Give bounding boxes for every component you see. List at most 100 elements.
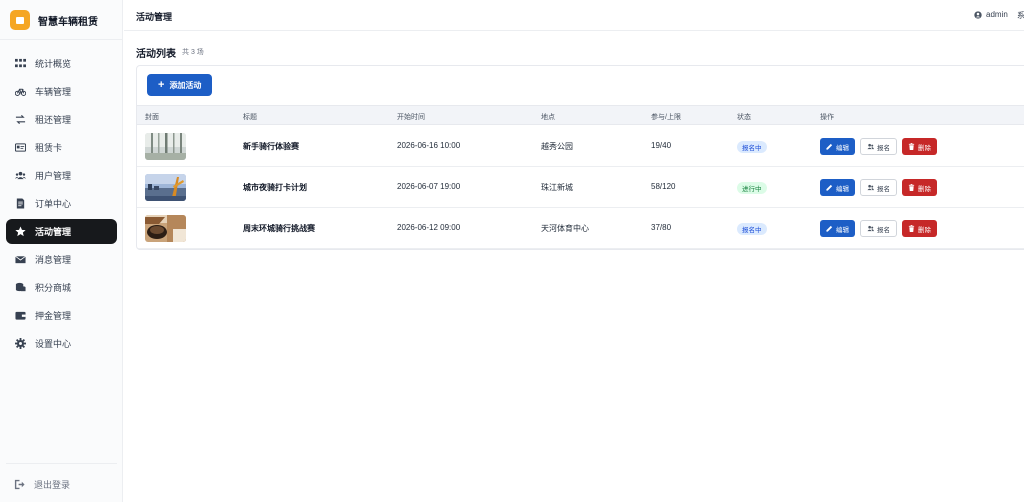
table-row: 新手骑行体验赛 2026-06-16 10:00 越秀公园 19/40 报名中 … [137, 127, 1024, 167]
header-extra-link[interactable]: 系 [1017, 10, 1024, 21]
users-icon [14, 170, 26, 182]
divider [0, 39, 123, 40]
activity-title[interactable]: 新手骑行体验赛 [243, 141, 299, 152]
sidebar-item-messages[interactable]: 消息管理 [6, 247, 117, 272]
exchange-icon [14, 114, 26, 126]
edit-button[interactable]: 编辑 [820, 138, 855, 155]
cover-image-forest [145, 133, 186, 160]
sidebar-item-cards[interactable]: 租赁卡 [6, 135, 117, 160]
sidebar-item-stats[interactable]: 统计概览 [6, 51, 117, 76]
activity-quota: 37/80 [651, 223, 672, 232]
pencil-icon [826, 143, 833, 150]
enroll-label: 报名 [877, 226, 890, 234]
table-row: 城市夜骑打卡计划 2026-06-07 19:00 珠江新城 58/120 进行… [137, 168, 1024, 208]
pencil-icon [826, 184, 833, 191]
table-header: 封面 标题 开始时间 地点 参与/上限 状态 操作 [137, 105, 1024, 125]
activity-title[interactable]: 城市夜骑打卡计划 [243, 182, 307, 193]
activity-place: 珠江新城 [541, 183, 573, 192]
delete-button[interactable]: 删除 [902, 220, 937, 237]
status-badge: 报名中 [737, 223, 767, 235]
sidebar: 智慧车辆租赁 统计概览 车辆管理 租还管理 租赁卡 用户管理 订单中心 活动管理… [0, 0, 123, 502]
edit-button[interactable]: 编辑 [820, 220, 855, 237]
table-row: 周末环城骑行挑战赛 2026-06-12 09:00 天河体育中心 37/80 … [137, 209, 1024, 249]
bicycle-icon [14, 86, 26, 98]
status-badge: 报名中 [737, 141, 767, 153]
sidebar-item-label: 租赁卡 [35, 143, 63, 153]
delete-button[interactable]: 删除 [902, 138, 937, 155]
column-header-actions: 操作 [820, 114, 834, 121]
row-actions: 编辑 报名 删除 [820, 138, 942, 155]
sidebar-item-rentals[interactable]: 租还管理 [6, 107, 117, 132]
pencil-icon [826, 225, 833, 232]
wallet-icon [14, 310, 26, 322]
cover-image-coffee [145, 215, 186, 242]
sidebar-item-vehicles[interactable]: 车辆管理 [6, 79, 117, 104]
sidebar-item-label: 押金管理 [35, 311, 72, 321]
coins-icon [14, 282, 26, 294]
column-header-title: 标题 [243, 114, 257, 121]
user-icon [974, 10, 982, 19]
edit-label: 编辑 [836, 226, 849, 234]
trash-icon [908, 225, 915, 232]
users-icon [867, 225, 874, 232]
row-actions: 编辑 报名 删除 [820, 179, 942, 196]
add-activity-button[interactable]: + 添加活动 [147, 74, 213, 96]
column-header-quota: 参与/上限 [651, 114, 681, 121]
enroll-button[interactable]: 报名 [860, 138, 897, 155]
user-menu[interactable]: admin [974, 10, 1008, 19]
column-header-cover: 封面 [145, 114, 159, 121]
brand[interactable]: 智慧车辆租赁 [10, 10, 98, 30]
sidebar-item-orders[interactable]: 订单中心 [6, 191, 117, 216]
logout-icon [14, 479, 25, 490]
users-icon [867, 143, 874, 150]
list-title: 活动列表 [136, 49, 176, 60]
activity-place: 越秀公园 [541, 142, 573, 151]
activity-quota: 58/120 [651, 182, 676, 191]
column-header-place: 地点 [541, 114, 555, 121]
activity-start-time: 2026-06-16 10:00 [397, 141, 461, 150]
activity-quota: 19/40 [651, 141, 672, 150]
sidebar-nav: 统计概览 车辆管理 租还管理 租赁卡 用户管理 订单中心 活动管理 消息管理 积… [6, 51, 117, 359]
star-icon [14, 226, 26, 238]
delete-label: 删除 [918, 185, 931, 193]
brand-name: 智慧车辆租赁 [38, 16, 98, 28]
sidebar-item-points-mall[interactable]: 积分商城 [6, 275, 117, 300]
brand-logo-icon [10, 10, 30, 30]
edit-button[interactable]: 编辑 [820, 179, 855, 196]
enroll-button[interactable]: 报名 [860, 179, 897, 196]
logout-button[interactable]: 退出登录 [14, 478, 70, 491]
trash-icon [908, 184, 915, 191]
sidebar-item-label: 租还管理 [35, 115, 72, 125]
logout-label: 退出登录 [34, 480, 71, 490]
id-card-icon [14, 142, 26, 154]
sidebar-item-label: 统计概览 [35, 59, 72, 69]
activity-title[interactable]: 周末环城骑行挑战赛 [243, 223, 315, 234]
trash-icon [908, 143, 915, 150]
sidebar-item-label: 车辆管理 [35, 87, 72, 97]
page-title: 活动管理 [136, 12, 173, 22]
column-header-start-time: 开始时间 [397, 114, 425, 121]
sidebar-item-label: 订单中心 [35, 199, 72, 209]
enroll-label: 报名 [877, 144, 890, 152]
envelope-icon [14, 254, 26, 266]
top-header: 活动管理 admin 系 [124, 0, 1024, 31]
delete-label: 删除 [918, 226, 931, 234]
sidebar-item-settings[interactable]: 设置中心 [6, 331, 117, 356]
cover-image-city [145, 174, 186, 201]
username: admin [986, 10, 1008, 19]
divider [6, 463, 117, 464]
sidebar-item-label: 积分商城 [35, 283, 72, 293]
sidebar-item-label: 消息管理 [35, 255, 72, 265]
enroll-label: 报名 [877, 185, 890, 193]
edit-label: 编辑 [836, 185, 849, 193]
sidebar-item-users[interactable]: 用户管理 [6, 163, 117, 188]
status-badge: 进行中 [737, 182, 767, 194]
sidebar-item-label: 活动管理 [35, 227, 72, 237]
users-icon [867, 184, 874, 191]
enroll-button[interactable]: 报名 [860, 220, 897, 237]
delete-button[interactable]: 删除 [902, 179, 937, 196]
sidebar-item-activities[interactable]: 活动管理 [6, 219, 117, 244]
sidebar-item-deposits[interactable]: 押金管理 [6, 303, 117, 328]
edit-label: 编辑 [836, 144, 849, 152]
delete-label: 删除 [918, 144, 931, 152]
